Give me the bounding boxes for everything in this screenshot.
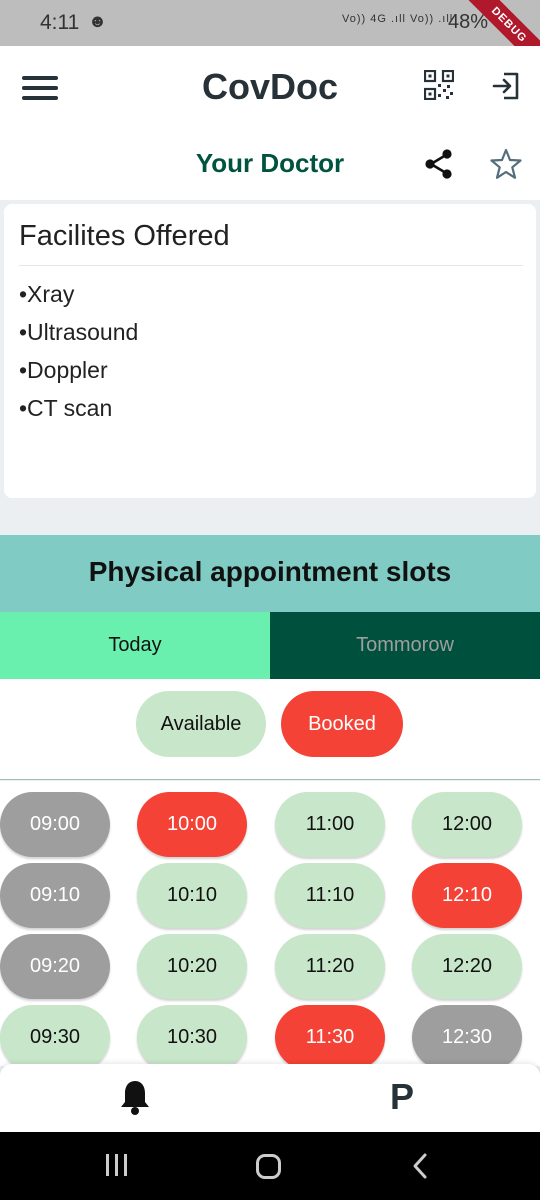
legend-available-chip[interactable]: Available	[136, 691, 266, 757]
appointments-title: Physical appointment slots	[88, 556, 452, 587]
bottom-nav: P	[0, 1064, 540, 1132]
facility-item: •Ultrasound	[19, 319, 139, 345]
parking-button[interactable]: P	[390, 1076, 414, 1118]
doctor-header: Your Doctor	[0, 130, 540, 200]
back-icon[interactable]	[408, 1152, 432, 1180]
time-slot[interactable]: 09:00	[0, 792, 110, 857]
time-slot[interactable]: 11:10	[275, 863, 385, 928]
time-slot[interactable]: 12:10	[412, 863, 522, 928]
recent-apps-icon[interactable]	[106, 1154, 130, 1178]
facility-item: •CT scan	[19, 395, 113, 421]
time-slot[interactable]: 11:20	[275, 934, 385, 999]
home-icon[interactable]	[256, 1154, 281, 1179]
facility-item: •Xray	[19, 281, 75, 307]
star-outline-icon[interactable]	[489, 147, 523, 181]
time-slot[interactable]: 11:30	[275, 1005, 385, 1066]
facility-item: •Doppler	[19, 357, 108, 383]
time-slot[interactable]: 09:10	[0, 863, 110, 928]
app-bar: CovDoc	[0, 46, 540, 130]
time-slot[interactable]: 10:20	[137, 934, 247, 999]
time-slot[interactable]: 09:30	[0, 1005, 110, 1066]
share-icon[interactable]	[422, 147, 456, 181]
network-signal-text: Vo)) 4G .ıll Vo)) .ıll	[342, 13, 454, 25]
time-slot[interactable]: 12:20	[412, 934, 522, 999]
qr-code-icon[interactable]	[423, 69, 455, 101]
slot-legend: Available Booked	[0, 679, 540, 780]
facilities-title: Facilites Offered	[19, 220, 230, 252]
time-slot[interactable]: 12:30	[412, 1005, 522, 1066]
app-title: CovDoc	[201, 66, 339, 107]
appointments-header: Physical appointment slots	[0, 535, 540, 612]
menu-icon[interactable]	[22, 76, 58, 100]
tab-tomorrow[interactable]: Tommorow	[270, 612, 540, 679]
legend-booked-chip[interactable]: Booked	[281, 691, 403, 757]
time-slot[interactable]: 11:00	[275, 792, 385, 857]
status-bar: 4:11 ☻ Vo)) 4G .ıll Vo)) .ıll 48% DEBUG	[0, 0, 540, 46]
doctor-title: Your Doctor	[195, 148, 345, 178]
facilities-card: Facilites Offered •Xray •Ultrasound •Dop…	[4, 204, 536, 498]
logout-icon[interactable]	[490, 70, 522, 102]
time-slot[interactable]: 12:00	[412, 792, 522, 857]
card-divider	[19, 265, 523, 266]
tab-today[interactable]: Today	[0, 612, 270, 679]
bell-icon[interactable]	[118, 1078, 152, 1116]
time-slot[interactable]: 09:20	[0, 934, 110, 999]
status-time: 4:11	[40, 11, 80, 34]
time-slot[interactable]: 10:00	[137, 792, 247, 857]
time-slot[interactable]: 10:10	[137, 863, 247, 928]
slots-grid: 09:00 09:10 09:20 09:30 10:00 10:10 10:2…	[0, 781, 540, 1066]
notification-person-icon: ☻	[88, 11, 107, 31]
time-slot[interactable]: 10:30	[137, 1005, 247, 1066]
system-nav-bar	[0, 1132, 540, 1200]
facilities-list: •Xray •Ultrasound •Doppler •CT scan	[19, 280, 138, 432]
